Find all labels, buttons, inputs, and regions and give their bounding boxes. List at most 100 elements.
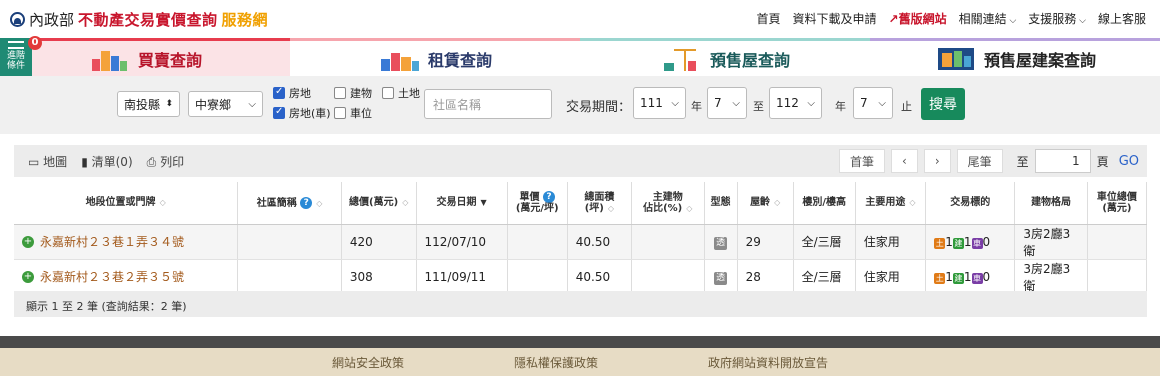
sliders-icon <box>8 41 24 49</box>
map-button[interactable]: ▭ 地圖 <box>28 153 67 170</box>
check-land-building[interactable]: 房地 <box>273 85 311 101</box>
print-button[interactable]: ⎙ 列印 <box>147 153 184 170</box>
nav-related-links[interactable]: 相關連結 <box>959 10 1017 27</box>
results-table: 地段位置或門牌 ◇ 社區簡稱 ? ◇ 總價(萬元) ◇ 交易日期 ▼ 單價 ? (萬元/坪… <box>14 182 1148 295</box>
col-trade-target: 交易標的 <box>925 182 1016 225</box>
tab-sale[interactable]: 買賣查詢 <box>0 38 290 76</box>
year-unit-label: 年 <box>835 100 846 113</box>
col-community[interactable]: 社區簡稱 ? ◇ <box>237 182 342 225</box>
last-page-button[interactable]: 尾筆 <box>956 149 1003 173</box>
tab-presale-projects[interactable]: 預售屋建案查詢 <box>870 38 1160 76</box>
check-parking[interactable]: 車位 <box>334 105 372 121</box>
page-number-input[interactable]: 1 <box>1034 149 1091 173</box>
period-label: 交易期間： <box>566 100 632 115</box>
ministry-logo-icon <box>10 11 25 27</box>
row-unit-price <box>507 259 568 295</box>
crane-icon <box>663 48 696 71</box>
row-age: 28 <box>737 259 794 295</box>
nav-home[interactable]: 首頁 <box>756 10 780 27</box>
result-summary: 顯示 1 至 2 筆 (查詢結果：2 筆) <box>14 291 1147 317</box>
footer-security-policy[interactable]: 網站安全政策 <box>332 354 404 371</box>
site-title: 不動產交易實價查詢 <box>78 10 218 29</box>
checkbox-checked-icon <box>273 86 285 99</box>
row-trade-target: 土1建1車0 <box>925 259 1016 295</box>
check-land-building-parking[interactable]: 房地(車) <box>273 105 331 121</box>
first-page-button[interactable]: 首筆 <box>839 149 886 173</box>
site-footer: 網站安全政策 隱私權保護政策 政府網站資料開放宣告 <box>0 348 1160 376</box>
col-total-price[interactable]: 總價(萬元) ◇ <box>341 182 417 225</box>
expand-plus-icon[interactable]: + <box>22 270 34 283</box>
go-button[interactable]: GO <box>1119 154 1139 169</box>
row-usage: 住家用 <box>855 224 927 260</box>
footer-privacy-policy[interactable]: 隱私權保護政策 <box>514 354 598 371</box>
parking-tag-icon: 車 <box>971 272 983 284</box>
to-month-select[interactable]: 7 ⌵ <box>853 87 893 119</box>
to-year-select[interactable]: 112 ⌵ <box>769 87 822 119</box>
row-trade-date: 111/09/11 <box>416 259 508 295</box>
col-area[interactable]: 總面積 (坪) ◇ <box>567 182 633 225</box>
row-parking-price <box>1087 259 1148 295</box>
table-row[interactable]: + 永嘉新村２３巷２弄３５號 308 111/09/11 40.50 透 28 全… <box>14 259 1148 295</box>
col-main-building-ratio[interactable]: 主建物 佔比(%) ◇ <box>631 182 705 225</box>
col-usage[interactable]: 主要用途 ◇ <box>855 182 927 225</box>
col-floor: 樓別/樓高 <box>793 182 856 225</box>
ministry-name: 內政部 <box>29 10 75 29</box>
row-address[interactable]: 永嘉新村２３巷２弄３５號 <box>40 268 184 285</box>
col-unit-price[interactable]: 單價 ? (萬元/坪) <box>507 182 568 225</box>
advanced-conditions-badge: 0 <box>28 36 42 50</box>
row-area: 40.50 <box>567 224 633 260</box>
help-icon: ? <box>300 196 313 209</box>
checkbox-checked-icon <box>273 106 285 119</box>
next-page-button[interactable]: › <box>923 149 951 173</box>
town-select[interactable]: 中寮鄉 ⌵ <box>188 91 263 117</box>
row-usage: 住家用 <box>855 259 927 295</box>
list-button[interactable]: ▮ 清單(0) <box>81 153 132 170</box>
row-total-price: 308 <box>341 259 417 295</box>
row-total-price: 420 <box>341 224 417 260</box>
checkbox-icon <box>334 87 346 99</box>
houses-icon <box>380 52 419 71</box>
row-address[interactable]: 永嘉新村２３巷１弄３４號 <box>40 233 184 250</box>
row-floor: 全/三層 <box>793 224 856 260</box>
col-address[interactable]: 地段位置或門牌 ◇ <box>14 182 239 225</box>
parking-tag-icon: 車 <box>971 237 983 249</box>
check-land[interactable]: 土地 <box>382 85 420 101</box>
row-trade-target: 土1建1車0 <box>925 224 1016 260</box>
col-type: 型態 <box>704 182 738 225</box>
row-area: 40.50 <box>567 259 633 295</box>
site-header: 內政部 不動產交易實價查詢 服務網 首頁 資料下載及申請 ↗舊版網站 相關連結 … <box>0 0 1160 38</box>
expand-plus-icon[interactable]: + <box>22 235 34 248</box>
from-month-select[interactable]: 7 ⌵ <box>707 87 747 119</box>
end-label: 止 <box>901 100 912 113</box>
footer-open-data[interactable]: 政府網站資料開放宣告 <box>708 354 828 371</box>
table-header-row: 地段位置或門牌 ◇ 社區簡稱 ? ◇ 總價(萬元) ◇ 交易日期 ▼ 單價 ? (萬元/坪… <box>14 182 1148 225</box>
bookmark-icon: ▮ <box>81 155 88 169</box>
help-icon: ? <box>542 191 555 204</box>
tab-rent[interactable]: 租賃查詢 <box>290 38 580 76</box>
col-age[interactable]: 屋齡 ◇ <box>737 182 794 225</box>
footer-divider <box>0 336 1160 348</box>
year-unit-label: 年 <box>691 100 702 113</box>
checkbox-icon <box>334 107 346 119</box>
tab-presale[interactable]: 預售屋查詢 <box>580 38 870 76</box>
row-main-ratio <box>631 224 705 260</box>
building-tag-icon: 建 <box>952 272 964 284</box>
land-tag-icon: 土 <box>934 272 946 284</box>
to-label: 至 <box>753 100 764 113</box>
county-select[interactable]: 南投縣 ⬍ <box>117 91 180 117</box>
nav-customer-service[interactable]: 線上客服 <box>1098 10 1146 27</box>
site-logo[interactable]: 內政部 不動產交易實價查詢 服務網 <box>10 9 268 30</box>
land-tag-icon: 土 <box>934 237 946 249</box>
community-name-input[interactable]: 社區名稱 <box>424 89 552 119</box>
building-type-icon: 透 <box>714 236 728 250</box>
buildings-icon <box>91 50 127 71</box>
prev-page-button[interactable]: ‹ <box>891 149 918 173</box>
nav-old-site[interactable]: ↗舊版網站 <box>889 10 947 27</box>
nav-download[interactable]: 資料下載及申請 <box>792 10 876 27</box>
table-row[interactable]: + 永嘉新村２３巷１弄３４號 420 112/07/10 40.50 透 29 全… <box>14 224 1148 260</box>
col-trade-date[interactable]: 交易日期 ▼ <box>416 182 508 225</box>
search-button[interactable]: 搜尋 <box>921 88 965 120</box>
check-building[interactable]: 建物 <box>334 85 372 101</box>
nav-support[interactable]: 支援服務 <box>1028 10 1086 27</box>
from-year-select[interactable]: 111 ⌵ <box>633 87 686 119</box>
